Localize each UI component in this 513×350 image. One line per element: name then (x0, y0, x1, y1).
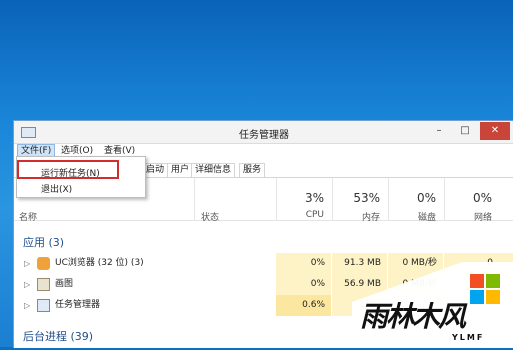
highlight-annotation-box (17, 160, 119, 179)
process-cpu: 0% (310, 258, 325, 268)
minimize-button[interactable]: – (428, 122, 450, 140)
expand-chevron-icon[interactable]: ▷ (24, 295, 30, 316)
paint-icon (37, 278, 50, 291)
tab-details[interactable]: 详细信息 (191, 163, 236, 177)
exit-menu-item[interactable]: 退出(X) (41, 182, 72, 195)
title-bar: 任务管理器 – □ ✕ (14, 121, 513, 144)
tab-users[interactable]: 用户 (167, 163, 194, 177)
memory-total-percent[interactable]: 53% (328, 191, 380, 205)
watermark-text: 雨林木风 (360, 300, 466, 333)
group-background-label: 后台进程 (39) (23, 330, 94, 343)
process-name: 画图 (55, 279, 74, 289)
tab-services[interactable]: 服务 (239, 163, 266, 177)
maximize-button[interactable]: □ (454, 122, 476, 140)
logo-tile-yellow (486, 290, 500, 304)
process-name: UC浏览器 (32 位) (3) (55, 258, 144, 268)
process-name: 任务管理器 (55, 300, 101, 310)
uc-browser-icon (37, 257, 50, 270)
watermark-logo: 雨林木风 YLMF (352, 262, 513, 347)
cpu-total-percent[interactable]: 3% (272, 191, 324, 205)
logo-tile-red (470, 274, 484, 288)
network-total-percent[interactable]: 0% (440, 191, 492, 205)
process-cpu: 0.6% (302, 300, 325, 310)
task-manager-icon (37, 299, 50, 312)
expand-chevron-icon[interactable]: ▷ (24, 253, 30, 274)
column-status-header[interactable]: 状态 (201, 210, 219, 223)
logo-tile-green (486, 274, 500, 288)
column-network-header[interactable]: 网络 (440, 210, 492, 223)
watermark-subtext: YLMF (452, 333, 485, 342)
tab-startup[interactable]: 启动 (143, 163, 169, 177)
group-apps-label: 应用 (3) (23, 236, 65, 249)
column-name-header[interactable]: 名称 (19, 210, 37, 223)
expand-chevron-icon[interactable]: ▷ (24, 274, 30, 295)
logo-tile-blue (470, 290, 484, 304)
close-button[interactable]: ✕ (480, 122, 510, 140)
column-divider (194, 178, 195, 220)
disk-total-percent[interactable]: 0% (384, 191, 436, 205)
column-memory-header[interactable]: 内存 (328, 210, 380, 223)
column-disk-header[interactable]: 磁盘 (384, 210, 436, 223)
process-cpu: 0% (310, 279, 325, 289)
column-cpu-header[interactable]: CPU (272, 210, 324, 220)
